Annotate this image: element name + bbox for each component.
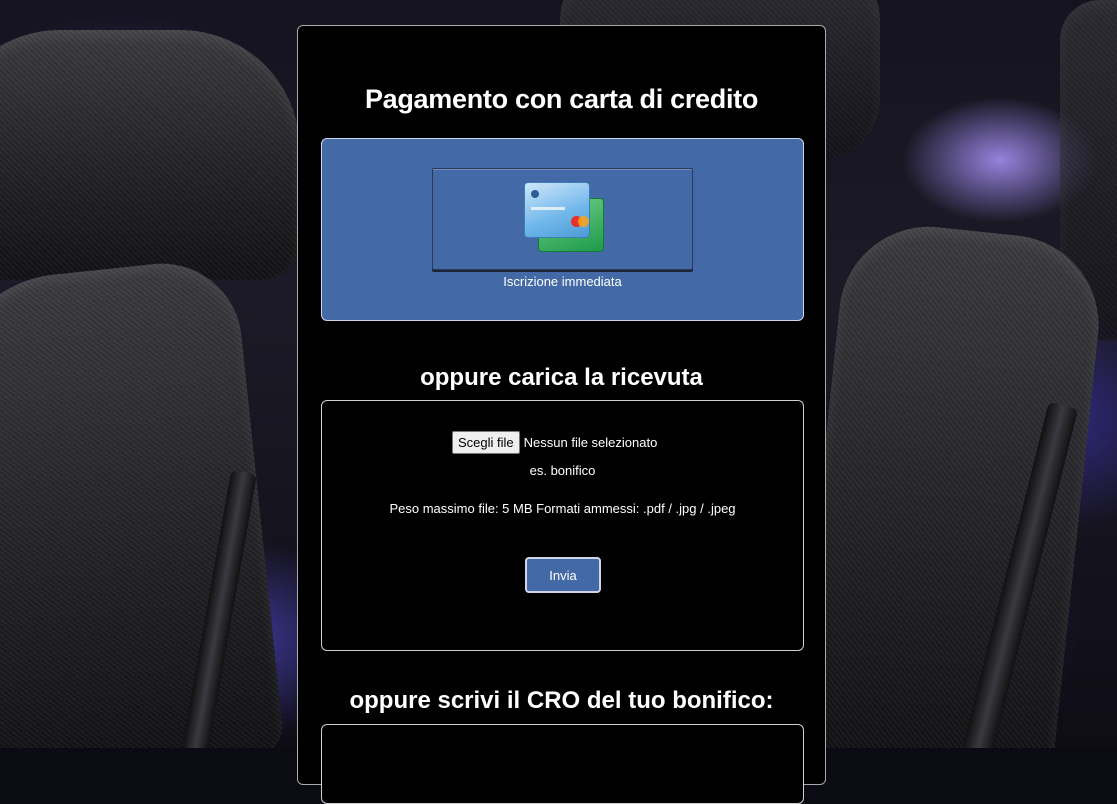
example-label: es. bonifico [529,463,596,478]
cro-section [321,724,804,804]
blue-card-shape [524,182,590,238]
credit-cards-icon [524,182,604,254]
card-payment-section: Iscrizione immediata [321,138,804,321]
payment-panel: Pagamento con carta di credito Iscrizion… [297,25,826,804]
choose-file-button[interactable]: Scegli file [452,431,520,454]
file-input[interactable]: Scegli file Nessun file selezionato [452,431,657,454]
file-limits-label: Peso massimo file: 5 MB Formati ammessi:… [389,501,736,516]
credit-card-pay-button[interactable] [432,168,693,270]
page-title: Pagamento con carta di credito [364,84,759,114]
submit-button[interactable]: Invia [525,557,601,593]
card-payment-caption: Iscrizione immediata [503,274,622,289]
seat-shape [0,30,300,280]
seat-shape [792,217,1108,748]
cro-heading: oppure scrivi il CRO del tuo bonifico: [349,687,774,714]
no-file-label: Nessun file selezionato [523,435,658,450]
upload-heading: oppure carica la ricevuta [420,364,703,391]
upload-section: Scegli file Nessun file selezionato es. … [321,400,804,651]
